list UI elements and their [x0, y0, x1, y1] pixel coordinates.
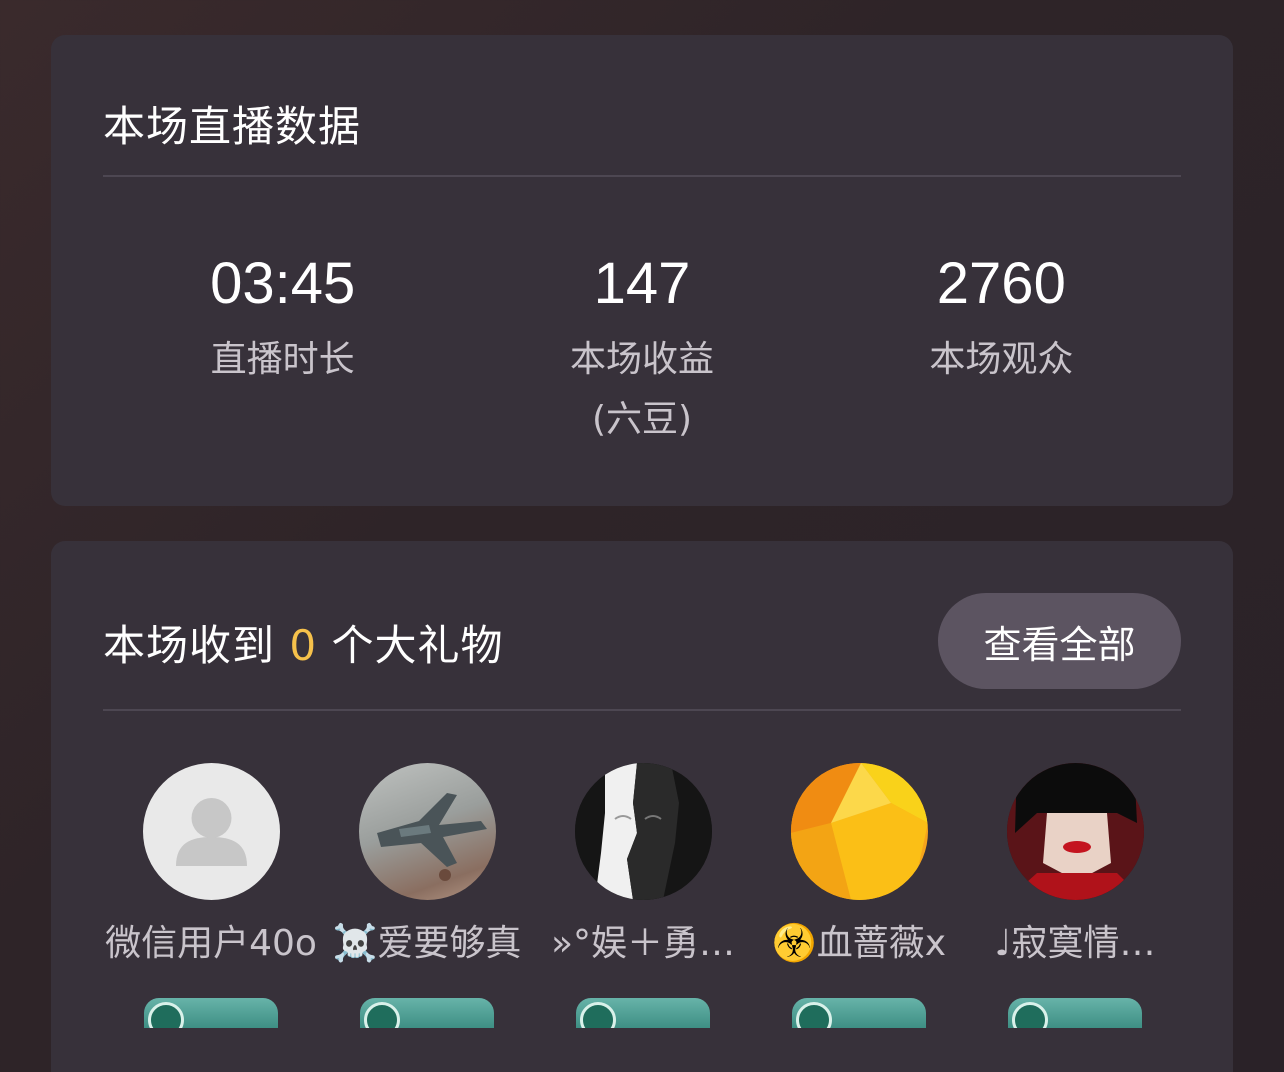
avatar[interactable]	[790, 763, 928, 900]
view-all-button[interactable]: 查看全部	[938, 593, 1181, 689]
level-badge	[792, 998, 926, 1028]
black-white-face-photo	[574, 763, 712, 900]
user-name: ♩寂寞情…	[994, 923, 1156, 964]
divider	[103, 709, 1181, 711]
stats-row: 03:45 直播时长 147 本场收益 (六豆) 2760 本场观众	[103, 250, 1181, 450]
avatar[interactable]	[358, 763, 496, 900]
stat-label: 本场观众	[929, 339, 1074, 380]
stat-duration: 03:45 直播时长	[103, 250, 462, 450]
gift-users-row: 微信用户40o ☠️爱要够真 »°娱＋勇… ☣️血蔷薇x ♩寂寞情…	[103, 763, 1193, 1028]
gift-count: 0	[289, 621, 318, 670]
live-stats-title: 本场直播数据	[103, 102, 362, 151]
badge-clip	[51, 1028, 1233, 1072]
stat-label: 本场收益 (六豆)	[569, 339, 714, 440]
red-lips-woman-photo	[1006, 763, 1144, 900]
badge-dot	[796, 1002, 832, 1028]
level-badge	[576, 998, 710, 1028]
stat-audience: 2760 本场观众	[822, 250, 1181, 450]
gift-user[interactable]: »°娱＋勇…	[535, 763, 751, 1028]
stat-label: 直播时长	[210, 339, 355, 380]
stat-value: 2760	[936, 251, 1066, 316]
gift-user[interactable]: ♩寂寞情…	[967, 763, 1183, 1028]
gift-user[interactable]: ☠️爱要够真	[319, 763, 535, 1028]
gifts-title-suffix: 个大礼物	[317, 621, 504, 670]
default-person-icon	[175, 798, 247, 866]
big-gifts-card: 本场收到 0 个大礼物 查看全部 微信用户40o ☠️爱要够真 »°娱＋勇… ☣…	[51, 541, 1233, 1072]
gifts-title-prefix: 本场收到	[103, 621, 290, 670]
stat-earnings: 147 本场收益 (六豆)	[462, 250, 821, 450]
badge-dot	[580, 1002, 616, 1028]
stat-value: 03:45	[210, 251, 356, 316]
user-name: ☣️血蔷薇x	[771, 923, 947, 964]
big-gifts-title: 本场收到 0 个大礼物	[103, 612, 503, 673]
level-badge	[1008, 998, 1142, 1028]
level-badge	[360, 998, 494, 1028]
gift-user[interactable]: 微信用户40o	[103, 763, 319, 1028]
avatar[interactable]	[574, 763, 712, 900]
badge-dot	[1012, 1002, 1048, 1028]
live-stats-card: 本场直播数据 03:45 直播时长 147 本场收益 (六豆) 2760 本场观…	[51, 35, 1233, 506]
avatar[interactable]	[1006, 763, 1144, 900]
level-badge	[144, 998, 278, 1028]
gift-user[interactable]: ☣️血蔷薇x	[751, 763, 967, 1028]
avatar[interactable]	[142, 763, 280, 900]
user-name: »°娱＋勇…	[550, 923, 736, 964]
badge-dot	[148, 1002, 184, 1028]
orange-geometric-photo	[790, 763, 928, 900]
user-name: ☠️爱要够真	[332, 923, 522, 964]
user-name: 微信用户40o	[105, 923, 317, 964]
divider	[103, 175, 1181, 177]
fighter-jet-photo	[376, 793, 487, 881]
badge-dot	[364, 1002, 400, 1028]
stat-value: 147	[593, 251, 691, 316]
